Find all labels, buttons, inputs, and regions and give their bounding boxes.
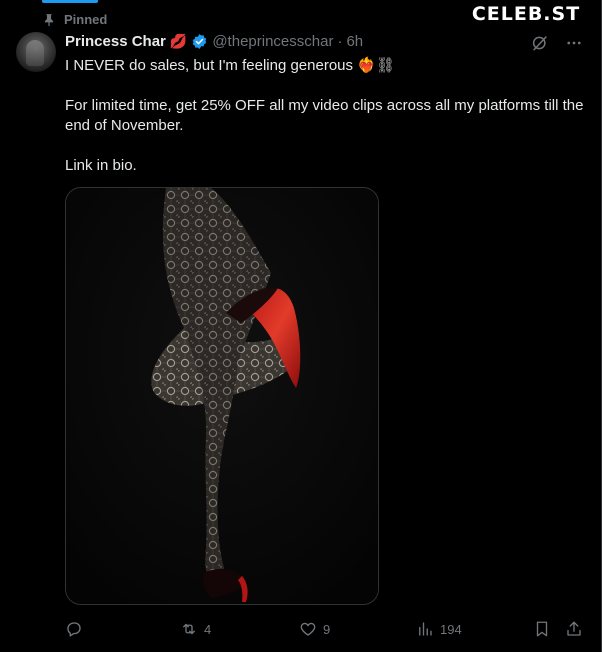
tweet-frame: CELEB.ST Pinned Princess Char 💋 @theprin… bbox=[0, 0, 602, 652]
retweet-count: 4 bbox=[204, 621, 212, 637]
like-button[interactable]: 9 bbox=[299, 617, 330, 641]
tweet-media-image[interactable] bbox=[65, 187, 379, 605]
active-tab-indicator bbox=[42, 0, 98, 3]
top-actions bbox=[531, 34, 583, 52]
like-icon bbox=[300, 622, 316, 636]
tweet-line-2: For limited time, get 25% OFF all my vid… bbox=[65, 97, 584, 134]
pin-icon bbox=[44, 13, 54, 26]
grok-icon[interactable] bbox=[531, 34, 549, 52]
bookmark-icon bbox=[536, 621, 548, 637]
watermark: CELEB.ST bbox=[451, 0, 601, 28]
bookmark-button[interactable] bbox=[533, 617, 551, 641]
pinned-indicator: Pinned bbox=[42, 12, 107, 27]
retweet-button[interactable]: 4 bbox=[180, 617, 211, 641]
author-handle[interactable]: @theprincesschar bbox=[212, 33, 333, 50]
avatar[interactable] bbox=[16, 32, 56, 72]
share-button[interactable] bbox=[565, 617, 583, 641]
name-emoji: 💋 bbox=[169, 33, 188, 49]
tweet-line-1-text: I NEVER do sales, but I'm feeling genero… bbox=[65, 57, 354, 74]
tweet-line-1: I NEVER do sales, but I'm feeling genero… bbox=[65, 56, 585, 76]
tweet-line-3: Link in bio. bbox=[65, 157, 137, 174]
like-count: 9 bbox=[323, 621, 331, 637]
views-button[interactable]: 194 bbox=[416, 617, 462, 641]
tweet-time[interactable]: 6h bbox=[346, 33, 363, 50]
views-icon bbox=[419, 622, 432, 636]
heart-fire-emoji: ❤️‍🔥 bbox=[357, 57, 376, 74]
tweet-text: I NEVER do sales, but I'm feeling genero… bbox=[65, 56, 585, 176]
reply-icon bbox=[67, 622, 81, 637]
chain-emoji: ⛓ bbox=[375, 57, 395, 74]
share-icon bbox=[567, 621, 581, 636]
views-count: 194 bbox=[440, 621, 462, 637]
photo-figure-in-lace-tights bbox=[66, 188, 378, 604]
verified-badge-icon[interactable] bbox=[191, 33, 208, 50]
tweet-actions: 4 9 194 bbox=[65, 617, 585, 641]
reply-button[interactable] bbox=[65, 617, 89, 641]
pinned-label: Pinned bbox=[64, 12, 108, 27]
separator-dot: · bbox=[337, 33, 343, 50]
more-icon[interactable] bbox=[565, 34, 583, 52]
retweet-icon bbox=[183, 623, 195, 635]
tweet-header: Princess Char 💋 @theprincesschar · 6h bbox=[65, 33, 363, 50]
author-name[interactable]: Princess Char bbox=[65, 33, 166, 50]
